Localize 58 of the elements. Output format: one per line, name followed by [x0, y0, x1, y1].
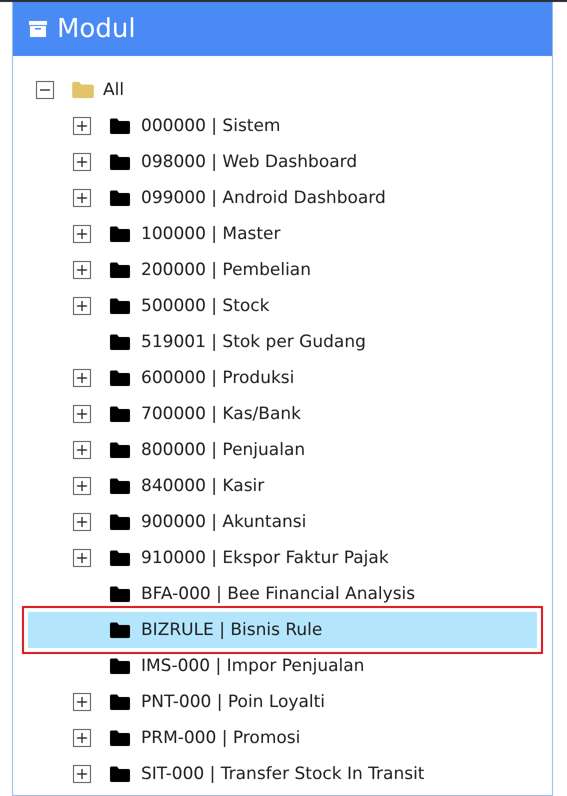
expand-icon[interactable] — [73, 261, 91, 279]
tree-item[interactable]: All — [103, 80, 124, 100]
expand-icon[interactable] — [73, 369, 91, 387]
folder-icon — [110, 118, 130, 134]
expand-icon[interactable] — [73, 729, 91, 747]
folder-icon — [110, 694, 130, 710]
folder-icon — [110, 262, 130, 278]
tree-item[interactable]: SIT-000 | Transfer Stock In Transit — [141, 764, 424, 784]
expand-icon[interactable] — [73, 189, 91, 207]
tree-item[interactable]: BIZRULE | Bisnis Rule — [141, 620, 322, 640]
expand-icon[interactable] — [73, 225, 91, 243]
tree-item[interactable]: BFA-000 | Bee Financial Analysis — [141, 584, 416, 604]
folder-icon — [110, 622, 130, 638]
tree-item[interactable]: 500000 | Stock — [141, 296, 270, 316]
tree-item[interactable]: 098000 | Web Dashboard — [141, 152, 358, 172]
expand-icon[interactable] — [73, 477, 91, 495]
tree-item[interactable]: 519001 | Stok per Gudang — [141, 332, 366, 352]
folder-icon — [110, 658, 130, 674]
tree-item[interactable]: PRM-000 | Promosi — [141, 728, 300, 748]
expand-icon[interactable] — [73, 405, 91, 423]
tree-item[interactable]: 600000 | Produksi — [141, 368, 294, 388]
tree-item[interactable]: 700000 | Kas/Bank — [141, 404, 301, 424]
expand-icon[interactable] — [73, 441, 91, 459]
panel-title: Modul — [57, 14, 136, 44]
tree-item[interactable]: 910000 | Ekspor Faktur Pajak — [141, 548, 389, 568]
tree-item[interactable]: 200000 | Pembelian — [141, 260, 311, 280]
folder-icon — [110, 478, 130, 494]
folder-icon — [110, 370, 130, 386]
folder-icon — [110, 442, 130, 458]
expand-icon[interactable] — [73, 513, 91, 531]
folder-icon — [110, 766, 130, 782]
folder-icon — [110, 514, 130, 530]
expand-icon[interactable] — [73, 693, 91, 711]
folder-icon — [110, 226, 130, 242]
tree-item[interactable]: 800000 | Penjualan — [141, 440, 306, 460]
collapse-icon[interactable] — [36, 81, 54, 99]
folder-icon — [110, 154, 130, 170]
expand-icon[interactable] — [73, 117, 91, 135]
expand-icon[interactable] — [73, 765, 91, 783]
folder-icon — [110, 406, 130, 422]
tree-item[interactable]: 900000 | Akuntansi — [141, 512, 306, 532]
tree-item[interactable]: 100000 | Master — [141, 224, 280, 244]
archive-box-icon — [29, 20, 47, 38]
folder-icon — [110, 298, 130, 314]
folder-icon — [110, 730, 130, 746]
expand-icon[interactable] — [73, 153, 91, 171]
tree-item[interactable]: 840000 | Kasir — [141, 476, 264, 496]
folder-icon — [110, 334, 130, 350]
folder-icon — [110, 586, 130, 602]
tree-item[interactable]: 099000 | Android Dashboard — [141, 188, 386, 208]
expand-icon[interactable] — [73, 297, 91, 315]
tree-item[interactable]: PNT-000 | Poin Loyalti — [141, 692, 326, 712]
tree-item[interactable]: 000000 | Sistem — [141, 116, 280, 136]
folder-icon — [110, 190, 130, 206]
tree-item[interactable]: IMS-000 | Impor Penjualan — [141, 656, 364, 676]
folder-icon — [72, 81, 94, 99]
folder-icon — [110, 550, 130, 566]
expand-icon[interactable] — [73, 549, 91, 567]
